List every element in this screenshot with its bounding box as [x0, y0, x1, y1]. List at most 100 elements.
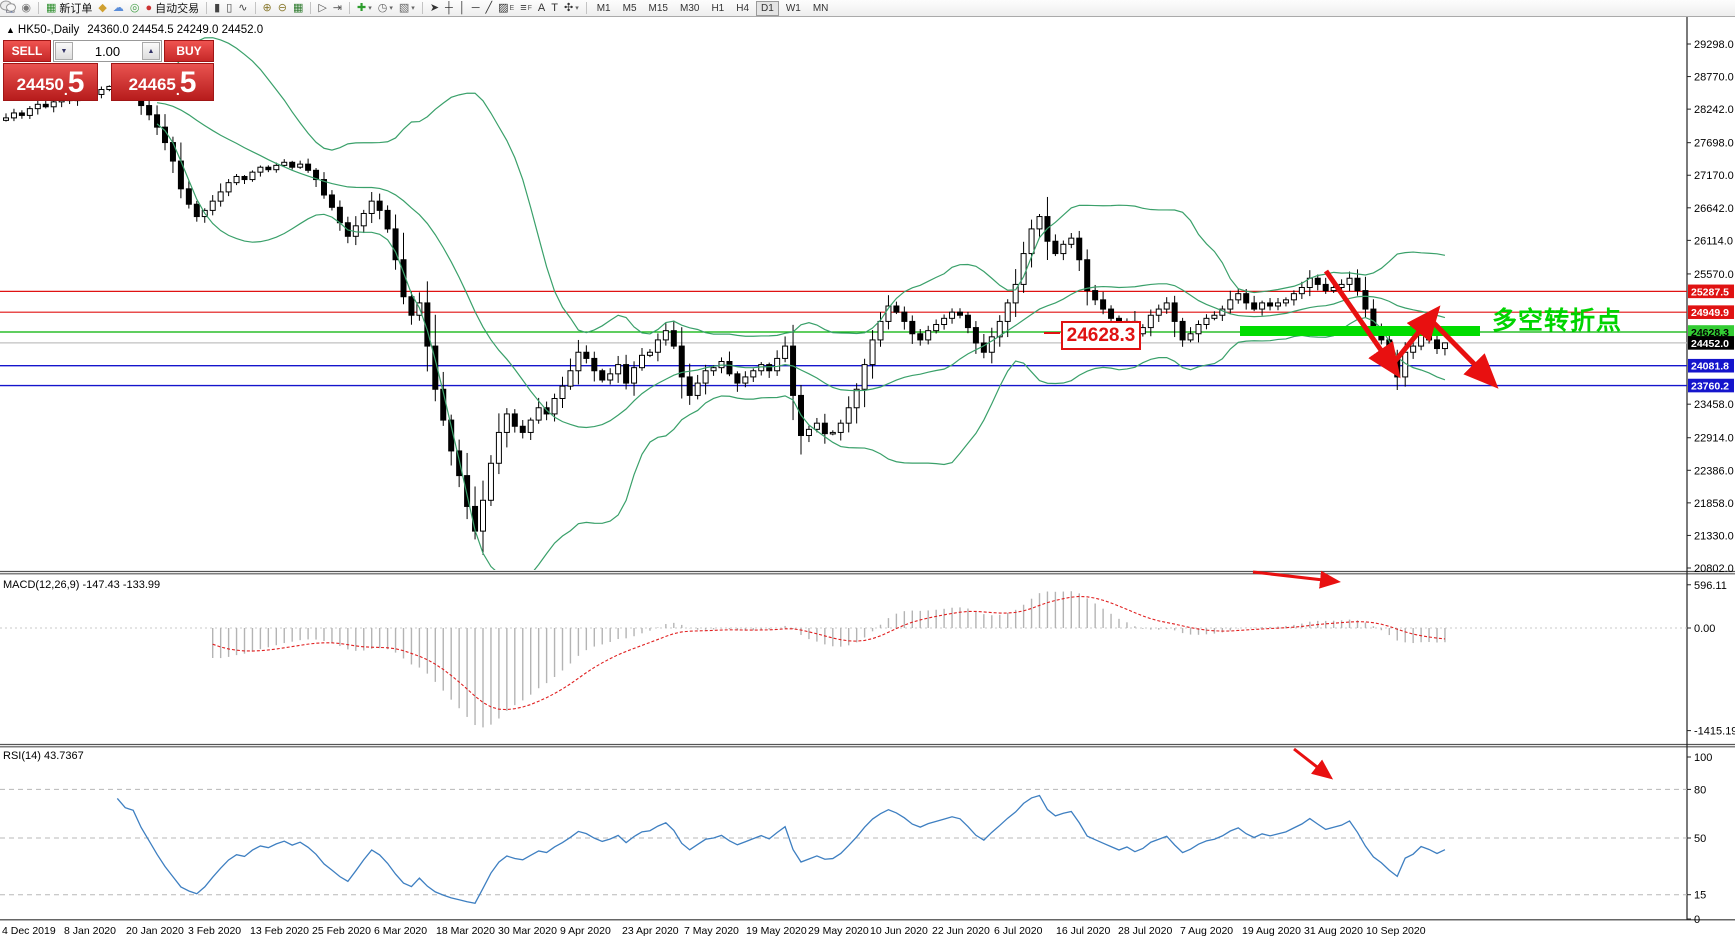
- vertical-line-icon[interactable]: │: [456, 1, 469, 15]
- volume-decrease-button[interactable]: ▼: [55, 42, 73, 60]
- timeframe-button-h4[interactable]: H4: [731, 1, 754, 16]
- toolbar-separator: [310, 2, 311, 14]
- funnel-icon[interactable]: ◆: [95, 1, 109, 15]
- macd-tick-label: 596.11: [1694, 580, 1727, 592]
- auto-scroll-icon[interactable]: ▷: [315, 1, 329, 15]
- channel-icon[interactable]: ▨E: [495, 1, 517, 15]
- candlestick-chart-icon[interactable]: ▯: [223, 1, 235, 15]
- macd-tick-label: -1415.19: [1694, 726, 1735, 738]
- sell-price-button[interactable]: 24450.5: [3, 63, 98, 101]
- price-axis-badges: 25287.524949.924628.324452.024081.823760…: [1688, 285, 1734, 393]
- price-tick-label: 26114.0: [1694, 235, 1733, 247]
- price-badge-label: 25287.5: [1691, 286, 1729, 298]
- tile-windows-icon[interactable]: ▦: [290, 1, 306, 15]
- horizontal-level-lines[interactable]: [0, 291, 1687, 385]
- timeframe-button-d1[interactable]: D1: [756, 1, 779, 16]
- timeframe-button-w1[interactable]: W1: [781, 1, 806, 16]
- timeframe-button-h1[interactable]: H1: [706, 1, 729, 16]
- rsi-tick-label: 50: [1694, 833, 1706, 845]
- price-tick-label: 21330.0: [1694, 530, 1734, 542]
- price-tick-label: 21858.0: [1694, 498, 1734, 510]
- bar-chart-icon[interactable]: ▮: [211, 1, 223, 15]
- date-tick-label: 19 Aug 2020: [1242, 925, 1301, 937]
- one-click-trading-panel: SELL ▼ ▲ BUY 24450.5 24465.5: [3, 40, 214, 101]
- templates-icon[interactable]: ▧▾: [396, 1, 418, 15]
- candlestick-series: [4, 83, 1448, 555]
- main-toolbar: ▤◉▦新订单◆☁◎●自动交易▮▯∿⊕⊖▦▷⇥✚▾◷▾▧▾➤┼│─╱▨E≡FAT✣…: [0, 0, 1735, 17]
- price-tick-label: 25570.0: [1694, 269, 1734, 281]
- timeframe-button-m30[interactable]: M30: [675, 1, 704, 16]
- rsi-arrow: [1294, 749, 1326, 774]
- rsi-tick-label: 15: [1694, 890, 1706, 902]
- publish-icon[interactable]: ☁: [110, 1, 127, 15]
- price-tick-label: 29298.0: [1694, 39, 1734, 51]
- price-badge-label: 24949.9: [1691, 307, 1729, 319]
- turning-point-annotation: 多空转折点: [1492, 301, 1622, 337]
- date-tick-label: 8 Jan 2020: [64, 925, 116, 937]
- price-tick-label: 28242.0: [1694, 104, 1734, 116]
- chart-shift-icon[interactable]: ⇥: [330, 1, 345, 15]
- price-badge-label: 23760.2: [1691, 381, 1729, 393]
- text-label-icon[interactable]: T: [548, 1, 561, 15]
- volume-increase-button[interactable]: ▲: [142, 42, 160, 60]
- toolbar-group: ▦新订单◆☁◎●自动交易: [41, 0, 204, 16]
- timeframe-button-m5[interactable]: M5: [618, 1, 642, 16]
- buy-price-main: 24465: [129, 72, 176, 98]
- rsi-indicator-label: RSI(14) 43.7367: [3, 750, 84, 762]
- autotrading-icon[interactable]: ●自动交易: [143, 1, 203, 15]
- toolbar-separator: [38, 2, 39, 14]
- sell-price-main: 24450: [17, 72, 64, 98]
- date-tick-label: 4 Dec 2019: [2, 925, 56, 937]
- date-tick-label: 16 Jul 2020: [1056, 925, 1110, 937]
- volume-input[interactable]: [74, 41, 141, 61]
- timeframe-button-m15[interactable]: M15: [644, 1, 673, 16]
- timeframe-button-m1[interactable]: M1: [592, 1, 616, 16]
- trendline-icon[interactable]: ╱: [483, 1, 496, 15]
- indicators-icon[interactable]: ✚▾: [354, 1, 375, 15]
- new-order-icon[interactable]: ▦新订单: [43, 1, 95, 15]
- signal-icon[interactable]: ◎: [127, 1, 143, 15]
- line-chart-icon[interactable]: ∿: [235, 1, 250, 15]
- macd-signal-line: [213, 596, 1445, 709]
- buy-button[interactable]: BUY: [164, 40, 214, 62]
- trend-arrows[interactable]: [1253, 271, 1488, 774]
- toolbar-separator: [206, 2, 207, 14]
- horizontal-line-icon[interactable]: ─: [469, 1, 483, 15]
- date-tick-label: 31 Aug 2020: [1304, 925, 1363, 937]
- fibonacci-icon[interactable]: ≡F: [517, 1, 535, 15]
- macd-tick-label: 0.00: [1694, 623, 1715, 635]
- timeframe-button-mn[interactable]: MN: [808, 1, 834, 16]
- date-tick-label: 9 Apr 2020: [560, 925, 611, 937]
- toolbar-group: ➤┼│─╱▨E≡FAT✣▾: [425, 0, 584, 16]
- timeframe-toolbar: M1M5M15M30H1H4D1W1MN: [589, 0, 837, 16]
- sell-button[interactable]: SELL: [3, 40, 51, 62]
- shapes-icon[interactable]: ✣▾: [561, 1, 582, 15]
- price-tick-label: 28770.0: [1694, 72, 1734, 84]
- periods-icon[interactable]: ◷▾: [375, 1, 396, 15]
- price-tick-label: 26642.0: [1694, 203, 1734, 215]
- rsi-tick-label: 80: [1694, 784, 1706, 796]
- crosshair-icon[interactable]: ┼: [442, 1, 456, 15]
- date-axis[interactable]: 4 Dec 20198 Jan 202020 Jan 20203 Feb 202…: [2, 925, 1426, 937]
- date-tick-label: 25 Feb 2020: [312, 925, 371, 937]
- zoom-out-icon[interactable]: ⊖: [275, 1, 290, 15]
- date-tick-label: 18 Mar 2020: [436, 925, 495, 937]
- visual-preview-icon[interactable]: ◉: [18, 1, 34, 15]
- price-tick-label: 22914.0: [1694, 433, 1734, 445]
- toolbar-group: ▮▯∿: [209, 0, 252, 16]
- sell-price-frac: 5: [68, 68, 85, 98]
- date-tick-label: 28 Jul 2020: [1118, 925, 1172, 937]
- cursor-icon[interactable]: ➤: [427, 1, 442, 15]
- price-tick-label: 20802.0: [1694, 563, 1734, 575]
- buy-price-button[interactable]: 24465.5: [111, 63, 214, 101]
- chart-canvas[interactable]: 29298.028770.028242.027698.027170.026642…: [0, 0, 1735, 939]
- price-badge-label: 24452.0: [1691, 338, 1729, 350]
- date-tick-label: 10 Jun 2020: [870, 925, 928, 937]
- date-tick-label: 7 May 2020: [684, 925, 739, 937]
- text-icon[interactable]: A: [535, 1, 548, 15]
- zoom-in-icon[interactable]: ⊕: [260, 1, 275, 15]
- buy-price-frac: 5: [180, 68, 197, 98]
- price-level-callout[interactable]: 24628.3: [1061, 321, 1141, 350]
- date-tick-label: 13 Feb 2020: [250, 925, 309, 937]
- date-tick-label: 6 Mar 2020: [374, 925, 427, 937]
